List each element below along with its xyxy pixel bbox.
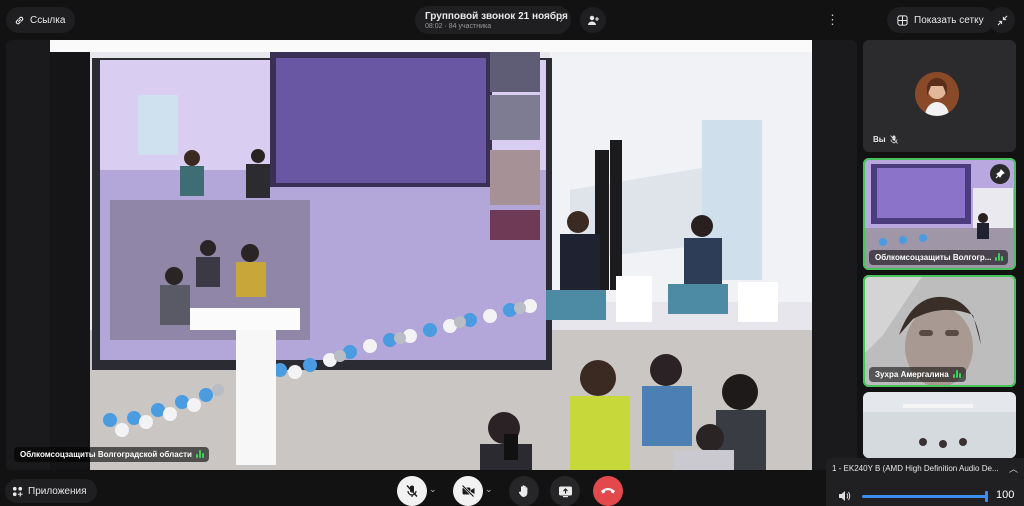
volume-value: 100 bbox=[996, 489, 1015, 501]
speaking-indicator-icon bbox=[995, 253, 1004, 262]
volume-slider-handle[interactable] bbox=[985, 491, 988, 502]
show-grid-button[interactable]: Показать сетку bbox=[887, 7, 994, 33]
audio-device-name[interactable]: 1 - EK240Y B (AMD High Definition Audio … bbox=[832, 464, 1008, 473]
speaking-indicator-icon bbox=[195, 450, 204, 459]
main-video[interactable] bbox=[50, 40, 812, 470]
screen-share-icon bbox=[558, 485, 573, 498]
add-person-icon bbox=[587, 14, 599, 26]
grid-icon bbox=[897, 14, 908, 26]
mic-muted-icon bbox=[889, 135, 898, 144]
show-grid-label: Показать сетку bbox=[914, 14, 984, 26]
volume-slider[interactable] bbox=[862, 491, 988, 502]
more-options-icon[interactable]: ⋮ bbox=[826, 12, 840, 28]
pin-button[interactable] bbox=[990, 164, 1010, 184]
end-call-button[interactable] bbox=[593, 476, 623, 506]
hang-up-icon bbox=[600, 486, 616, 496]
audio-device-panel: 1 - EK240Y B (AMD High Definition Audio … bbox=[826, 458, 1024, 506]
call-info-button[interactable]: Групповой звонок 21 ноября 08:02 · 84 уч… bbox=[415, 6, 571, 34]
screen-share-button[interactable] bbox=[550, 476, 580, 506]
raise-hand-button[interactable] bbox=[509, 476, 539, 506]
link-icon bbox=[14, 15, 25, 26]
speaker-icon[interactable] bbox=[838, 490, 851, 502]
video-call-app: Ссылка Групповой звонок 21 ноября 08:02 … bbox=[0, 0, 1024, 506]
self-label: Вы bbox=[873, 135, 886, 144]
copy-link-button[interactable]: Ссылка bbox=[6, 7, 76, 33]
apps-icon bbox=[12, 486, 23, 497]
call-meta: 08:02 · 84 участника bbox=[425, 22, 492, 30]
participant-tile-1[interactable]: Облкомсоцзащиты Волгогр... bbox=[863, 158, 1016, 270]
participant-tile-3[interactable] bbox=[863, 392, 1016, 458]
apps-button[interactable]: Приложения bbox=[5, 479, 97, 503]
camera-options-chevron-icon[interactable]: ⌄ bbox=[485, 484, 493, 495]
speaking-indicator-icon bbox=[952, 370, 961, 379]
participant-name-1: Облкомсоцзащиты Волгогр... bbox=[875, 253, 992, 262]
main-speaker-name: Облкомсоцзащиты Волгоградской области bbox=[20, 450, 192, 459]
self-avatar bbox=[915, 72, 959, 116]
chevron-right-icon: › bbox=[559, 14, 563, 26]
apps-label: Приложения bbox=[28, 485, 87, 497]
participant-tag-1: Облкомсоцзащиты Волгогр... bbox=[869, 250, 1009, 265]
pin-icon bbox=[995, 169, 1005, 179]
mic-off-icon bbox=[405, 484, 419, 498]
minimize-button[interactable] bbox=[989, 7, 1015, 33]
collapse-icon bbox=[997, 15, 1008, 26]
participant-tile-2[interactable]: Зухра Амергалина bbox=[863, 275, 1016, 387]
participant-tag-2: Зухра Амергалина bbox=[869, 367, 966, 382]
camera-off-icon bbox=[461, 484, 476, 498]
microphone-toggle-button[interactable] bbox=[397, 476, 427, 506]
call-title: Групповой звонок 21 ноября bbox=[425, 10, 568, 22]
chevron-up-icon[interactable]: ︿ bbox=[1009, 462, 1018, 475]
copy-link-label: Ссылка bbox=[30, 14, 66, 26]
add-participant-button[interactable] bbox=[580, 7, 606, 33]
mic-options-chevron-icon[interactable]: ⌄ bbox=[429, 484, 437, 495]
self-label-group: Вы bbox=[873, 135, 898, 144]
main-speaker-tag: Облкомсоцзащиты Волгоградской области bbox=[14, 447, 209, 462]
volume-slider-fill bbox=[862, 495, 988, 498]
main-stage: Облкомсоцзащиты Волгоградской области bbox=[6, 40, 857, 470]
self-tile[interactable]: Вы bbox=[863, 40, 1016, 152]
hand-icon bbox=[517, 484, 531, 498]
camera-toggle-button[interactable] bbox=[453, 476, 483, 506]
participant-name-2: Зухра Амергалина bbox=[875, 370, 949, 379]
